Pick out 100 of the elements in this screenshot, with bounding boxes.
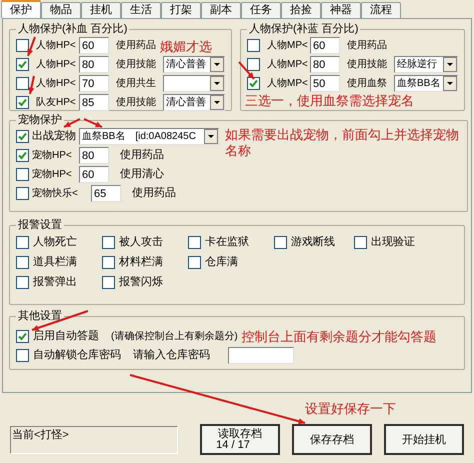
group-title: 人物保护(补血 百分比)	[17, 23, 128, 36]
checkbox-label: 卡在监狱	[205, 234, 249, 250]
checkbox[interactable]	[188, 256, 201, 268]
caret-icon	[210, 57, 224, 72]
checkbox[interactable]	[16, 276, 29, 288]
action-label: 使用药品	[132, 186, 176, 202]
tab[interactable]: 流程	[361, 2, 401, 18]
row-label: 宠物HP<	[32, 148, 73, 163]
pet-id: [id:0A08245C	[135, 130, 196, 144]
checkbox[interactable]	[247, 39, 260, 52]
tab[interactable]: 生活	[121, 2, 161, 18]
annotation-arrow	[64, 118, 80, 128]
dropdown-value: 清心普善	[166, 96, 206, 110]
group-title: 人物保护(补蓝 百分比)	[248, 23, 360, 36]
row-label: 宠物HP<	[32, 168, 73, 182]
action-label: 使用共生	[116, 76, 157, 91]
checkbox-label: 被人攻击	[119, 234, 163, 250]
tab[interactable]: 拾捡	[281, 2, 321, 18]
input-field[interactable]: 65	[91, 185, 121, 202]
input-field[interactable]: 50	[310, 75, 340, 92]
input-field[interactable]: 80	[310, 56, 340, 73]
row-label: 宠物快乐<	[32, 186, 79, 201]
checkbox-label: 出现验证	[371, 234, 415, 250]
input-field[interactable]: 60	[310, 37, 340, 54]
action-button[interactable]: 保存存档	[292, 424, 372, 455]
group-title: 其他设置	[17, 310, 63, 323]
tab[interactable]: 副本	[201, 2, 241, 18]
dropdown-value: 经脉逆行	[397, 58, 437, 72]
dropdown[interactable]: 经脉逆行	[394, 56, 458, 73]
caret-icon	[443, 76, 457, 91]
input-field[interactable]: 70	[79, 75, 109, 92]
input-field[interactable]: 60	[79, 166, 109, 183]
action-label: 使用药品	[347, 38, 388, 53]
action-label: 使用药品	[116, 38, 157, 53]
checkbox-label: 人物死亡	[33, 234, 77, 250]
input-field[interactable]	[228, 347, 294, 364]
checkbox[interactable]	[16, 77, 29, 90]
checkbox[interactable]	[102, 236, 115, 248]
checkbox-label: 游戏断线	[291, 234, 335, 250]
checkbox[interactable]	[16, 149, 29, 162]
checkbox[interactable]	[274, 236, 287, 248]
action-label: 使用技能	[116, 96, 157, 110]
annotation-text: 三选一，使用血祭需选择宠名	[245, 93, 415, 109]
tab[interactable]: 挂机	[81, 2, 121, 18]
checkbox[interactable]	[16, 187, 29, 200]
action-label: 使用血祭	[347, 77, 388, 91]
tab[interactable]: 打架	[161, 2, 201, 18]
prompt-text: 请输入仓库密码	[133, 348, 210, 364]
action-button[interactable]: 开始挂机	[384, 424, 464, 455]
dropdown[interactable]: 血祭BB名	[394, 75, 458, 92]
input-field[interactable]: 80	[79, 147, 109, 164]
checkbox[interactable]	[247, 77, 260, 90]
tab[interactable]: 神器	[321, 2, 361, 18]
action-label: 使用技能	[116, 58, 157, 72]
checkbox[interactable]	[16, 130, 29, 143]
row-label: 人物MP<	[267, 58, 307, 72]
checkbox[interactable]	[16, 256, 29, 268]
dropdown[interactable]: 清心普善	[163, 56, 225, 73]
group-title: 宠物保护	[17, 114, 63, 127]
tab[interactable]: 任务	[241, 2, 281, 18]
input-field[interactable]: 60	[79, 37, 109, 54]
caret-icon	[210, 95, 224, 110]
checkbox[interactable]	[354, 236, 367, 248]
hint-text: (请确保控制台上有剩余题分)	[111, 330, 238, 344]
checkbox[interactable]	[16, 39, 29, 52]
action-button[interactable]: 读取存档 14 / 17	[200, 424, 280, 455]
row-label: 人物HP<	[36, 39, 76, 53]
checkbox[interactable]	[16, 96, 29, 109]
checkbox[interactable]	[16, 58, 29, 71]
action-label: 使用技能	[347, 58, 388, 72]
row-label: 人物HP<	[36, 77, 76, 91]
status-field: 当前<打怪>	[10, 426, 178, 454]
annotation-arrow	[238, 61, 255, 80]
checkbox-label: 仓库满	[205, 254, 238, 270]
annotation-text: 娥媚才选	[160, 38, 212, 56]
checkbox[interactable]	[247, 58, 260, 71]
dropdown[interactable]: 血祭BB名 [id:0A08245C	[79, 128, 219, 145]
checkbox[interactable]	[16, 330, 29, 343]
tab[interactable]: 物品	[41, 2, 81, 18]
annotation-arrow	[84, 118, 102, 128]
annotation-arrow	[27, 36, 36, 56]
dropdown[interactable]	[163, 75, 225, 92]
checkbox[interactable]	[188, 236, 201, 248]
input-field[interactable]: 85	[79, 94, 109, 111]
checkbox[interactable]	[16, 349, 29, 362]
caret-icon	[204, 129, 218, 144]
dropdown-value: 血祭BB名	[82, 130, 126, 144]
checkbox[interactable]	[102, 276, 115, 288]
tab[interactable]: 保护	[1, 0, 41, 18]
checkbox[interactable]	[16, 236, 29, 248]
dropdown[interactable]: 清心普善	[163, 94, 225, 111]
caret-icon	[210, 76, 224, 91]
row-label: 队友HP<	[36, 96, 76, 110]
input-field[interactable]: 80	[79, 56, 109, 73]
checkbox[interactable]	[16, 168, 29, 181]
annotation-text: 控制台上面有剩余题分才能勾答题	[242, 328, 437, 346]
row-label: 人物HP<	[36, 58, 76, 72]
dropdown-value: 血祭BB名	[397, 77, 440, 91]
checkbox[interactable]	[102, 256, 115, 268]
counter-text: 14 / 17	[216, 440, 250, 451]
